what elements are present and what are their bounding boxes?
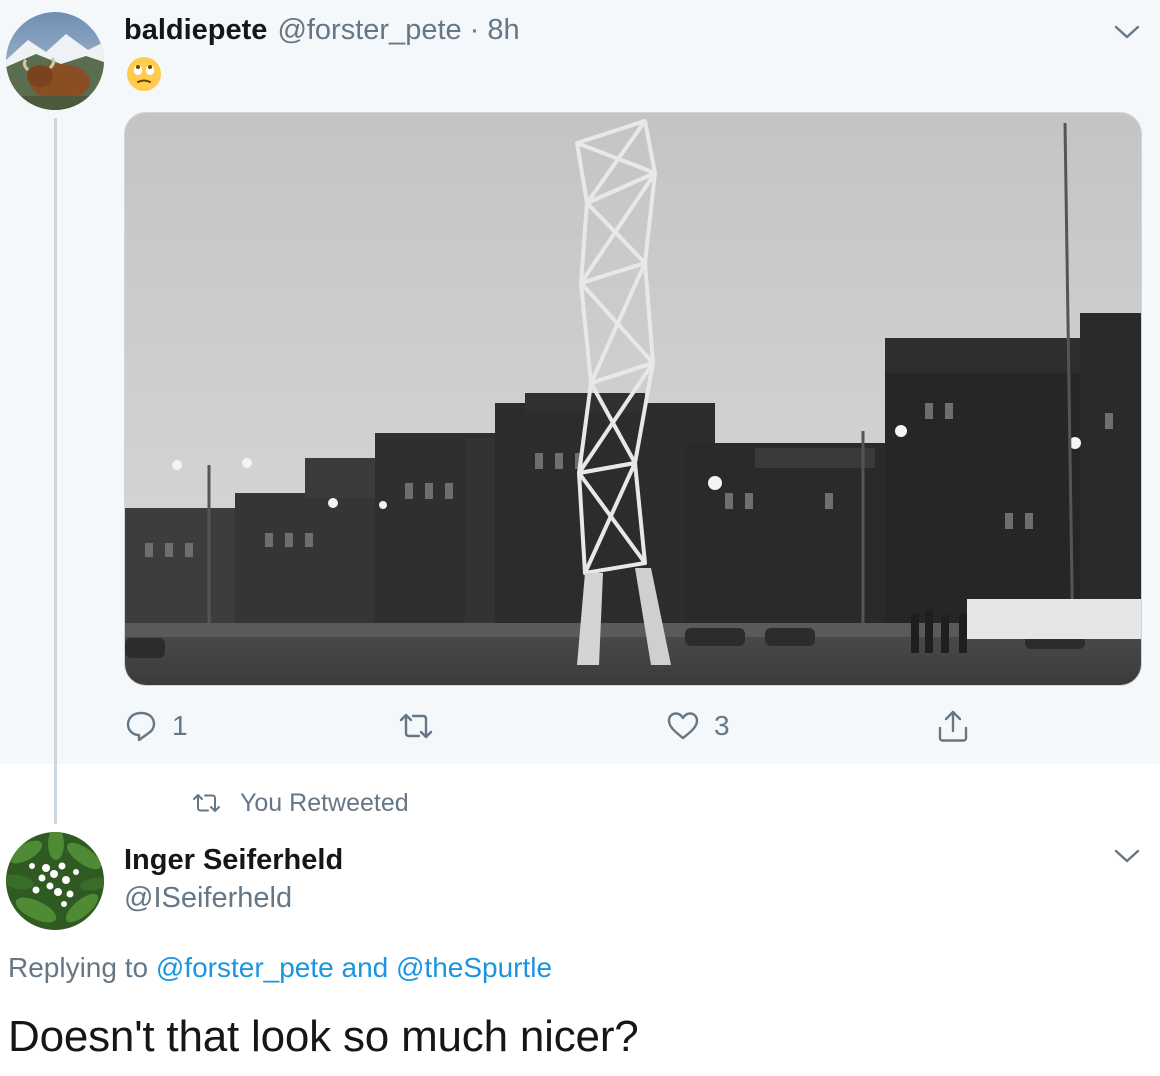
user-handle[interactable]: @forster_pete (277, 14, 461, 47)
retweet-button[interactable] (398, 704, 448, 748)
display-name[interactable]: baldiepete (124, 14, 267, 47)
like-count: 3 (714, 710, 730, 741)
reply-icon (126, 711, 156, 742)
retweet-context-label: You Retweeted (240, 788, 409, 817)
mention-thespurtle[interactable]: @theSpurtle (396, 952, 552, 983)
photo-image (125, 113, 1141, 685)
avatar-iseiferheld[interactable] (6, 832, 104, 930)
reply-button[interactable]: 1 (124, 704, 188, 748)
tweet-actions: 1 3 (0, 704, 1160, 748)
heart-icon (667, 712, 699, 740)
user-handle[interactable]: @ISeiferheld (124, 882, 292, 915)
caret-down-icon[interactable] (1114, 848, 1140, 864)
reply-count: 1 (172, 710, 188, 741)
mention-forster-pete[interactable]: @forster_pete (156, 952, 334, 983)
share-icon (938, 710, 968, 742)
timestamp[interactable]: 8h (487, 14, 519, 47)
caret-down-icon[interactable] (1114, 24, 1140, 40)
replying-prefix: Replying to (8, 952, 149, 983)
retweet-small-icon (193, 794, 220, 812)
tweet-photo[interactable] (124, 112, 1142, 686)
share-button[interactable] (936, 704, 970, 748)
retweet-icon (399, 713, 433, 739)
replying-to-line: Replying to @forster_pete and @theSpurtl… (8, 952, 552, 984)
separator-dot: · (469, 14, 480, 46)
replying-and[interactable]: and (342, 952, 389, 983)
thread-connector-line (54, 118, 57, 824)
tweet-text: Doesn't that look so much nicer? (8, 1012, 639, 1061)
display-name[interactable]: Inger Seiferheld (124, 844, 343, 877)
retweet-context[interactable]: You Retweeted (192, 786, 409, 820)
rolling-eyes-emoji-icon (127, 57, 161, 91)
avatar-baldiepete[interactable] (6, 12, 104, 110)
like-button[interactable]: 3 (666, 704, 730, 748)
tweet-baldiepete[interactable]: baldiepete @forster_pete · 8h 1 3 (0, 0, 1160, 764)
tweet-header: baldiepete @forster_pete · 8h (124, 14, 520, 50)
